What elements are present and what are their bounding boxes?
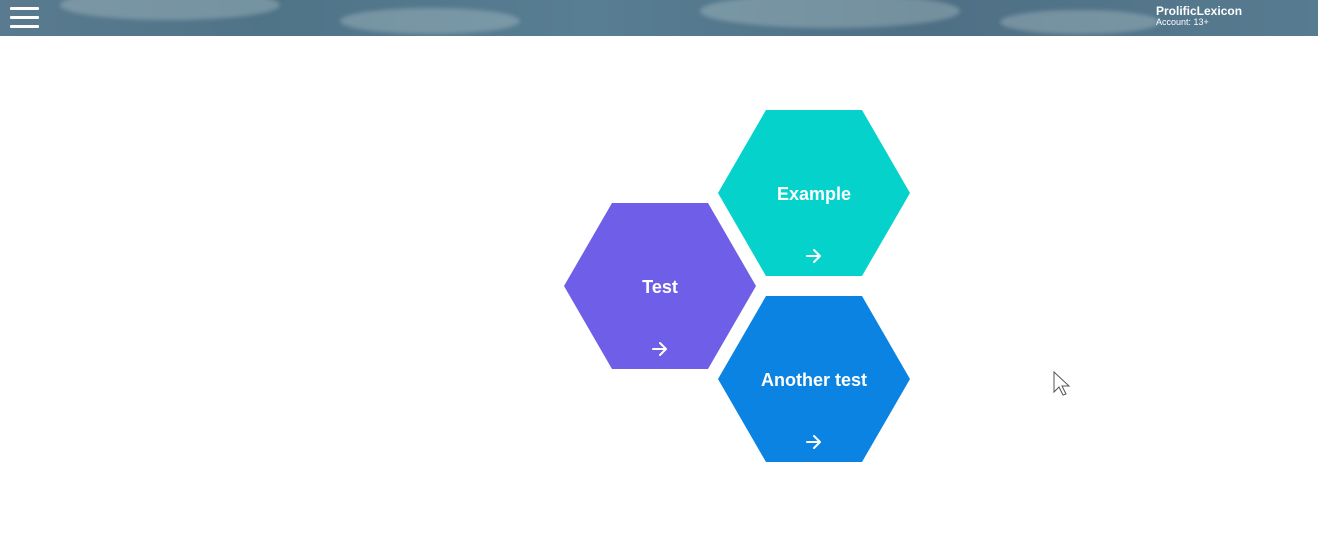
mouse-pointer-icon [1053,371,1071,396]
hamburger-menu-icon[interactable] [10,5,40,31]
banner-cloud [700,0,960,28]
banner-cloud [340,8,520,34]
menu-bar [10,16,39,19]
menu-bar [10,7,39,10]
menu-bar [10,25,39,28]
account-name: ProlificLexicon [1156,4,1243,18]
arrow-right-icon [806,435,821,449]
account-info[interactable]: ProlificLexicon Account: 13+ [1156,5,1242,27]
tile-another-test[interactable]: Another test [718,296,910,462]
tile-label: Example [776,184,852,204]
banner-cloud [1000,10,1160,34]
tile-test[interactable]: Test [564,203,756,369]
arrow-right-icon [652,342,667,356]
tile-label: Another test [760,370,867,390]
top-banner: ProlificLexicon Account: 13+ [0,0,1318,36]
arrow-right-icon [806,249,821,263]
tile-example[interactable]: Example [718,110,910,276]
tile-label: Test [642,277,678,297]
account-type: Account: 13+ [1156,17,1209,27]
banner-cloud [60,0,280,20]
